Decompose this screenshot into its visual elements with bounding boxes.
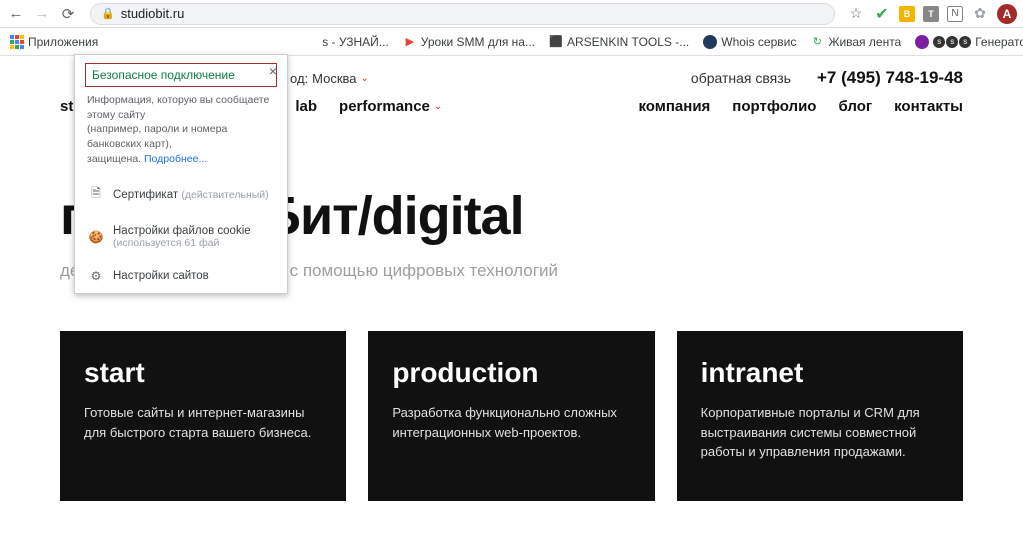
nav-performance[interactable]: performance ⌄ bbox=[339, 98, 442, 115]
feedback-link[interactable]: обратная связь bbox=[691, 70, 791, 86]
apps-label: Приложения bbox=[28, 35, 98, 49]
card-production[interactable]: production Разработка функционально слож… bbox=[368, 331, 654, 501]
card-intranet[interactable]: intranet Корпоративные порталы и CRM для… bbox=[677, 331, 963, 501]
address-bar[interactable]: 🔒 studiobit.ru bbox=[90, 3, 835, 25]
popover-certificate-row[interactable]: 🗎 Сертификат (действительный) bbox=[75, 174, 287, 215]
certificate-status: (действительный) bbox=[181, 189, 268, 201]
nav-lab[interactable]: lab bbox=[295, 98, 317, 115]
bookmark-favicon bbox=[703, 35, 717, 49]
site-info-popover: Безопасное подключение × Информация, кот… bbox=[74, 54, 288, 294]
card-text: Готовые сайты и интернет-магазины для бы… bbox=[84, 403, 322, 442]
chevron-down-icon: ⌄ bbox=[434, 101, 442, 112]
phone-number[interactable]: +7 (495) 748-19-48 bbox=[817, 68, 963, 88]
bookmark-favicon: ↻ bbox=[810, 35, 824, 49]
extension-n-icon[interactable]: N bbox=[947, 6, 963, 22]
gear-icon: ⚙ bbox=[89, 269, 103, 283]
browser-toolbar: ← → ⟳ 🔒 studiobit.ru ☆ ✔ B T N ✿ A bbox=[0, 0, 1023, 28]
nav-blog[interactable]: блог bbox=[838, 98, 872, 115]
reload-icon[interactable]: ⟳ bbox=[58, 4, 78, 24]
card-title: intranet bbox=[701, 357, 939, 389]
bookmark-item[interactable]: ⬛ ARSENKIN TOOLS -... bbox=[549, 35, 689, 49]
card-text: Корпоративные порталы и CRM для выстраив… bbox=[701, 403, 939, 462]
url-text: studiobit.ru bbox=[121, 6, 185, 21]
popover-site-settings-row[interactable]: ⚙ Настройки сайтов bbox=[75, 259, 287, 293]
bookmark-item[interactable]: s - УЗНАЙ... bbox=[322, 35, 389, 49]
bookmark-favicon: ⬛ bbox=[549, 35, 563, 49]
toolbar-right: ☆ ✔ B T N ✿ A bbox=[847, 4, 1017, 24]
apps-icon bbox=[10, 35, 24, 49]
card-title: start bbox=[84, 357, 322, 389]
chevron-down-icon: ⌄ bbox=[361, 73, 369, 84]
card-start[interactable]: start Готовые сайты и интернет-магазины … bbox=[60, 331, 346, 501]
bookmark-multi-icon: sss bbox=[933, 36, 971, 48]
certificate-label: Сертификат bbox=[113, 189, 178, 201]
bookmark-label: ARSENKIN TOOLS -... bbox=[567, 35, 689, 49]
site-settings-label: Настройки сайтов bbox=[113, 270, 209, 282]
bookmark-label: Живая лента bbox=[828, 35, 901, 49]
bookmark-item[interactable]: ▶ Уроки SMM для на... bbox=[403, 35, 535, 49]
popover-description: Информация, которую вы сообщаете этому с… bbox=[87, 93, 275, 166]
bookmark-label: s - УЗНАЙ... bbox=[322, 35, 389, 49]
popover-more-link[interactable]: Подробнее... bbox=[144, 153, 207, 165]
city-label-partial: од: bbox=[290, 71, 308, 86]
forward-icon: → bbox=[32, 4, 52, 24]
city-value: Москва bbox=[312, 71, 356, 86]
bookmark-item[interactable]: Whois сервис bbox=[703, 35, 796, 49]
bookmarks-bar: Приложения s - УЗНАЙ... ▶ Уроки SMM для … bbox=[0, 28, 1023, 56]
cookie-icon: 🍪 bbox=[89, 230, 103, 244]
certificate-icon: 🗎 bbox=[89, 184, 103, 205]
extension-gear-icon[interactable]: ✿ bbox=[971, 5, 989, 23]
back-icon[interactable]: ← bbox=[6, 4, 26, 24]
apps-button[interactable]: Приложения bbox=[10, 35, 98, 49]
cards-grid: start Готовые сайты и интернет-магазины … bbox=[60, 331, 963, 501]
extension-badge-1-icon[interactable]: B bbox=[899, 6, 915, 22]
close-icon[interactable]: × bbox=[269, 63, 277, 79]
extension-badge-2-icon[interactable]: T bbox=[923, 6, 939, 22]
extension-check-icon[interactable]: ✔ bbox=[873, 5, 891, 23]
nav-start[interactable]: st bbox=[60, 98, 73, 115]
bookmark-favicon: ▶ bbox=[403, 35, 417, 49]
bookmark-label: Уроки SMM для на... bbox=[421, 35, 535, 49]
lock-icon[interactable]: 🔒 bbox=[101, 7, 115, 20]
popover-title-highlight: Безопасное подключение bbox=[85, 63, 277, 87]
city-selector[interactable]: од: Москва ⌄ bbox=[290, 71, 369, 86]
bookmark-label: Генерато... bbox=[975, 35, 1023, 49]
bookmark-item[interactable]: ↻ Живая лента bbox=[810, 35, 901, 49]
cookies-label: Настройки файлов cookie bbox=[113, 225, 251, 237]
cookies-status: (используется 61 фай bbox=[113, 237, 219, 249]
popover-cookies-row[interactable]: 🍪 Настройки файлов cookie (используется … bbox=[75, 215, 287, 259]
bookmark-item[interactable]: sss Генерато... bbox=[915, 35, 1023, 49]
card-title: production bbox=[392, 357, 630, 389]
popover-title: Безопасное подключение bbox=[92, 68, 270, 82]
profile-avatar[interactable]: A bbox=[997, 4, 1017, 24]
card-text: Разработка функционально сложных интегра… bbox=[392, 403, 630, 442]
nav-company[interactable]: компания bbox=[638, 98, 710, 115]
star-icon[interactable]: ☆ bbox=[847, 5, 865, 23]
bookmark-label: Whois сервис bbox=[721, 35, 796, 49]
nav-portfolio[interactable]: портфолио bbox=[732, 98, 816, 115]
bookmark-favicon bbox=[915, 35, 929, 49]
nav-contacts[interactable]: контакты bbox=[894, 98, 963, 115]
